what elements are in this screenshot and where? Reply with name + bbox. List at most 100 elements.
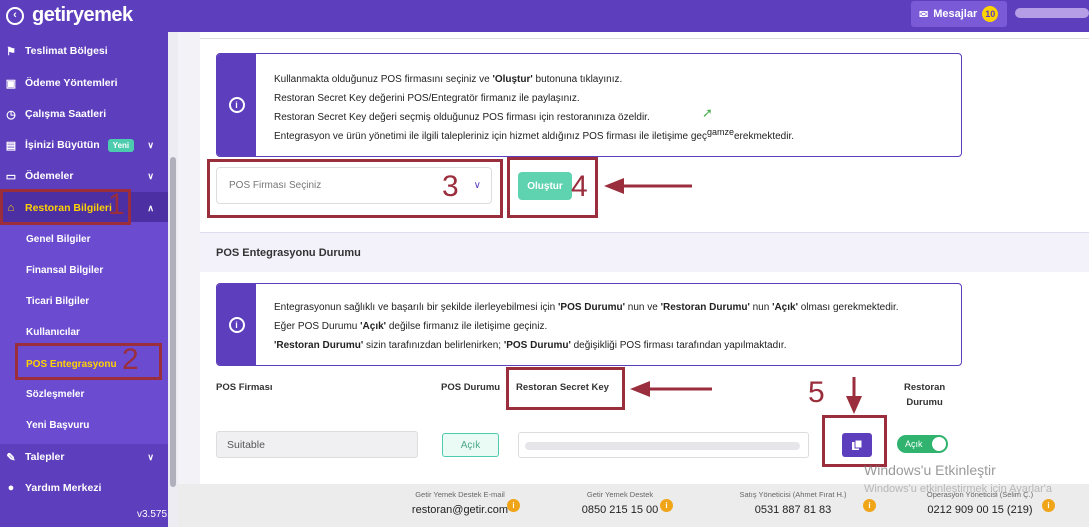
footer-value[interactable]: restoran@getir.com	[400, 504, 520, 516]
sidebar-item-label: Ödemeler	[25, 170, 74, 182]
top-bar: ‹ getiryemek ✉ Mesajlar 10	[0, 0, 1089, 32]
clock-icon: ◷	[6, 108, 16, 121]
sidebar-item-calisma-saatleri[interactable]: ◷ Çalışma Saatleri	[0, 99, 168, 129]
chat-icon: ●	[7, 482, 15, 494]
wallet-icon: ▣	[5, 77, 17, 90]
sidebar-item-odemeler[interactable]: ▭ Ödemeler ∨	[0, 161, 168, 191]
mouse-cursor-icon: ➚	[702, 105, 713, 120]
info-line-bold: 'Açık'	[772, 302, 798, 313]
info-line-text: değişikliği POS firması tarafından yapıl…	[570, 340, 787, 351]
windows-activation-watermark: Windows'u Etkinleştir	[864, 462, 996, 478]
info-line-text: Entegrasyonun sağlıklı ve başarılı bir ş…	[274, 302, 559, 313]
info-line-text: Entegrasyon ve ürün yönetimi ile ilgili …	[274, 131, 707, 142]
info-icon[interactable]: i	[863, 499, 876, 512]
submenu-item-finansal[interactable]: Finansal Bilgiler	[26, 265, 103, 276]
annotation-number-2: 2	[122, 343, 139, 376]
sidebar: ⚑ Teslimat Bölgesi ▣ Ödeme Yöntemleri ◷ …	[0, 32, 178, 527]
logo-area[interactable]: ‹ getiryemek	[6, 4, 133, 27]
info-line-text: Kullanmakta olduğunuz POS firmasını seçi…	[274, 74, 493, 85]
new-badge: Yeni	[107, 138, 135, 152]
info-line-text: nun ve	[625, 302, 661, 313]
scrollbar-thumb[interactable]	[170, 157, 176, 487]
info-line-text: Eğer POS Durumu	[274, 321, 361, 332]
submenu-item-yeni-basvuru[interactable]: Yeni Başvuru	[26, 420, 89, 431]
payment-icon: ▭	[5, 170, 17, 183]
info-line-bold: 'POS Durumu'	[503, 340, 571, 351]
info-icon[interactable]: i	[507, 499, 520, 512]
chevron-down-icon: ∨	[147, 139, 154, 150]
info-panel: i	[217, 284, 256, 365]
info-line-bold: 'Oluştur'	[492, 74, 533, 85]
footer-support-email: Getir Yemek Destek E-mail restoran@getir…	[400, 490, 520, 516]
windows-activation-subtext: Windows'u etkinleştirmek için Ayarlar'a	[864, 483, 1053, 495]
submenu-item-kullanicilar[interactable]: Kullanıcılar	[26, 327, 80, 338]
secret-key-value	[525, 442, 800, 450]
sidebar-item-label: Yardım Merkezi	[25, 482, 102, 494]
info-icon[interactable]: i	[1042, 499, 1055, 512]
footer-value[interactable]: 0531 887 81 83	[723, 504, 863, 516]
footer-label: Getir Yemek Destek	[586, 490, 654, 499]
col-header-pos-status: POS Durumu	[441, 382, 501, 393]
status-text: Entegrasyonun sağlıklı ve başarılı bir ş…	[274, 298, 899, 355]
submenu-item-sozlesmeler[interactable]: Sözleşmeler	[26, 389, 84, 400]
annotation-number-3: 3	[442, 170, 459, 203]
info-line-text: Restoran Secret Key değerini POS/Entegra…	[274, 93, 580, 104]
envelope-icon: ✉	[919, 8, 929, 21]
pos-firm-value: Suitable	[216, 431, 418, 458]
info-line-text: sizin tarafınızdan belirlenirken;	[363, 340, 504, 351]
annotation-box-secret	[506, 367, 625, 410]
info-line-bold: 'Restoran Durumu'	[660, 302, 750, 313]
section-title: POS Entegrasyonu Durumu	[200, 232, 1089, 272]
footer-label: Getir Yemek Destek E-mail	[415, 490, 505, 499]
info-line-text: erekmektedir.	[733, 131, 795, 142]
sidebar-item-teslimat[interactable]: ⚑ Teslimat Bölgesi	[0, 36, 168, 66]
messages-button[interactable]: ✉ Mesajlar 10	[911, 1, 1007, 27]
sidebar-item-label: Talepler	[25, 451, 65, 463]
info-line-text: Restoran Secret Key değeri seçmiş olduğu…	[274, 112, 650, 123]
user-menu[interactable]	[1015, 8, 1089, 18]
divider	[200, 38, 1089, 39]
chart-icon: ▤	[5, 139, 17, 152]
sidebar-item-yardim-merkezi[interactable]: ● Yardım Merkezi	[0, 473, 168, 503]
footer-value[interactable]: 0850 215 15 00	[570, 504, 670, 516]
submenu-item-ticari[interactable]: Ticari Bilgiler	[26, 296, 89, 307]
chevron-up-icon: ∧	[147, 202, 154, 213]
restaurant-status-toggle[interactable]: Açık	[897, 435, 948, 453]
sidebar-item-label: Çalışma Saatleri	[25, 108, 107, 120]
info-icon[interactable]: i	[660, 499, 673, 512]
toggle-label: Açık	[905, 439, 923, 449]
sidebar-item-label: İşinizi Büyütün	[25, 139, 100, 151]
messages-label: Mesajlar	[933, 8, 978, 20]
footer-value[interactable]: 0212 909 00 15 (219)	[916, 504, 1044, 516]
info-line-bold: 'POS Durumu'	[558, 302, 626, 313]
chevron-left-icon[interactable]: ‹	[6, 6, 24, 25]
annotation-number-1: 1	[108, 188, 125, 221]
info-icon: i	[228, 316, 245, 333]
sidebar-item-label: Teslimat Bölgesi	[25, 45, 108, 57]
annotation-number-4: 4	[571, 170, 588, 203]
sidebar-scrollbar[interactable]	[168, 32, 178, 527]
messages-count-badge: 10	[982, 6, 999, 22]
col-header-pos-firm: POS Firması	[216, 382, 273, 393]
sidebar-item-label: Ödeme Yöntemleri	[25, 77, 118, 89]
secret-key-field[interactable]	[518, 432, 809, 458]
info-line-text: nun	[749, 302, 773, 313]
chevron-down-icon: ∨	[147, 170, 154, 181]
submenu-item-genel[interactable]: Genel Bilgiler	[26, 234, 90, 245]
sidebar-item-talepler[interactable]: ✎ Talepler ∨	[0, 442, 168, 472]
info-line-bold: 'Açık'	[360, 321, 387, 332]
info-line-text: değilse firmanız ile iletişime geçiniz.	[386, 321, 548, 332]
instructions-text: Kullanmakta olduğunuz POS firmasını seçi…	[274, 70, 794, 146]
footer-label: Satış Yöneticisi (Ahmet Fırat H.)	[739, 490, 847, 499]
person-pin-icon: ⚑	[6, 45, 16, 58]
info-line-bold: 'Restoran Durumu'	[274, 340, 364, 351]
info-line-text: olması gerekmektedir.	[797, 302, 899, 313]
annotation-box-2	[15, 343, 162, 380]
info-box-status: i Entegrasyonun sağlıklı ve başarılı bir…	[216, 283, 962, 366]
sidebar-item-isinizi-buyutun[interactable]: ▤ İşinizi Büyütün Yeni ∨	[0, 130, 168, 160]
sidebar-item-odeme-yontemleri[interactable]: ▣ Ödeme Yöntemleri	[0, 68, 168, 98]
footer-sales-manager: Satış Yöneticisi (Ahmet Fırat H.) 0531 8…	[723, 490, 863, 516]
request-icon: ✎	[6, 451, 16, 464]
annotation-box-5	[822, 415, 887, 467]
annotation-number-5: 5	[808, 376, 825, 409]
